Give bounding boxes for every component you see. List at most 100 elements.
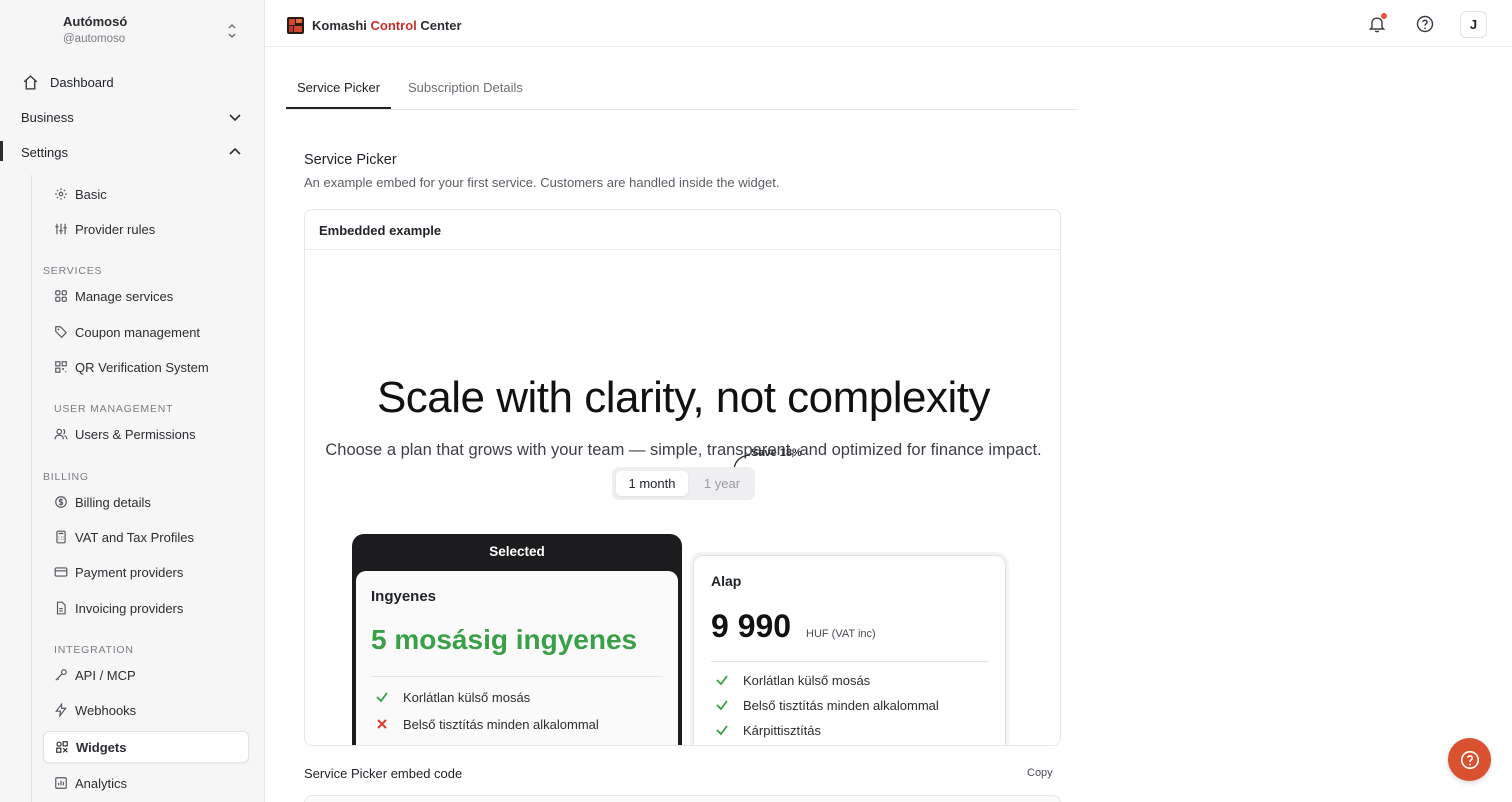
nav-provider-rules-label: Provider rules (75, 221, 156, 237)
feature-item: Belső tisztítás minden alkalommal (374, 716, 599, 732)
brand[interactable]: Komashi Control Center (287, 17, 462, 34)
selected-label: Selected (489, 544, 545, 559)
card-title: Embedded example (305, 210, 1060, 250)
divider (711, 661, 988, 662)
brand-name-b: Control (370, 18, 417, 33)
help-icon[interactable] (1415, 14, 1435, 34)
feature-item: Korlátlan külső mosás (374, 689, 530, 705)
feature-text: Korlátlan külső mosás (403, 689, 531, 705)
plan-card-selected[interactable]: Selected Ingyenes 5 mosásig ingyenes Kor… (352, 534, 682, 745)
plan-basic-name: Alap (711, 573, 742, 589)
brand-name-c: Center (420, 18, 462, 33)
nav-qr-verification-label: QR Verification System (75, 359, 209, 375)
chevron-up-icon (229, 147, 241, 155)
check-icon (716, 725, 728, 736)
top-bar: Komashi Control Center J (265, 0, 1512, 47)
section-title: Service Picker (304, 152, 397, 168)
chevron-down-icon (229, 114, 241, 122)
plan-basic-price: 9 990 (711, 608, 792, 644)
users-icon (54, 428, 68, 440)
plan-card-basic[interactable]: Alap 9 990 HUF (VAT inc) Korlátlan külső… (693, 555, 1006, 745)
widgets-icon (56, 741, 68, 753)
sliders-icon (55, 223, 67, 235)
calculator-icon (56, 530, 66, 544)
nav-users-permissions[interactable]: Users & Permissions (43, 418, 249, 450)
nav-payment-providers[interactable]: Payment providers (43, 556, 249, 588)
komashi-logo (287, 17, 304, 34)
section-description: An example embed for your first service.… (304, 175, 780, 190)
gear-icon (55, 188, 67, 200)
org-switcher[interactable]: Autómosó @automoso (63, 14, 127, 45)
hero-heading: Scale with clarity, not complexity (376, 373, 991, 422)
plan-free-headline: 5 mosásig ingyenes (371, 624, 638, 655)
nav-tree-line (31, 175, 32, 802)
user-avatar[interactable]: J (1460, 11, 1487, 38)
nav-billing-details-label: Billing details (75, 494, 151, 510)
active-tab-underline (286, 107, 391, 109)
group-services: SERVICES (43, 265, 103, 277)
nav-dashboard[interactable]: Dashboard (0, 67, 265, 97)
group-billing: BILLING (43, 471, 89, 483)
chart-icon (55, 777, 67, 789)
divider (371, 676, 663, 677)
tab-bar: Service Picker Subscription Details (286, 70, 1078, 110)
brand-name-a: Komashi (312, 18, 367, 33)
feature-text: Belső tisztítás minden alkalommal (403, 716, 599, 732)
tab-subscription-details[interactable]: Subscription Details (408, 80, 523, 95)
home-icon (23, 74, 38, 90)
chevron-up-down-icon[interactable] (226, 22, 238, 40)
tag-icon (55, 326, 68, 339)
nav-manage-services-label: Manage services (75, 288, 174, 304)
nav-settings[interactable]: Settings (0, 137, 265, 167)
embedded-example-card: Embedded example Scale with clarity, not… (304, 209, 1061, 746)
nav-manage-services[interactable]: Manage services (43, 280, 249, 312)
nav-widgets-label: Widgets (76, 739, 127, 755)
nav-business[interactable]: Business (0, 102, 265, 132)
embed-code-box[interactable] (304, 795, 1061, 802)
check-icon (716, 675, 728, 686)
nav-analytics-label: Analytics (75, 775, 128, 791)
nav-widgets[interactable]: Widgets (43, 731, 249, 763)
nav-api-mcp[interactable]: API / MCP (43, 659, 249, 691)
nav-basic-label: Basic (75, 186, 107, 202)
org-handle: @automoso (63, 33, 126, 45)
group-user-management: USER MANAGEMENT (54, 403, 174, 415)
copy-button[interactable]: Copy (1027, 767, 1053, 779)
nav-invoicing-providers-label: Invoicing providers (75, 600, 184, 616)
tab-service-picker[interactable]: Service Picker (297, 80, 380, 95)
nav-basic[interactable]: Basic (43, 178, 249, 210)
help-circle-icon (1460, 750, 1479, 769)
feature-text: Kárpittisztítás (743, 722, 822, 738)
feature-item: Belső tisztítás minden alkalommal (714, 697, 939, 713)
nav-payment-providers-label: Payment providers (75, 564, 184, 580)
nav-qr-verification[interactable]: QR Verification System (43, 351, 249, 383)
x-icon (377, 719, 387, 729)
check-icon (376, 692, 388, 703)
lightning-icon (55, 703, 67, 717)
nav-provider-rules[interactable]: Provider rules (43, 213, 249, 245)
hero-subheading: Choose a plan that grows with your team … (325, 441, 1042, 459)
nav-billing-details[interactable]: Billing details (43, 486, 249, 518)
nav-vat-tax[interactable]: VAT and Tax Profiles (43, 521, 249, 553)
key-icon (55, 669, 67, 681)
toggle-year[interactable]: 1 year (692, 471, 752, 496)
billing-period-toggle: 1 month 1 year (612, 467, 755, 500)
nav-settings-label: Settings (21, 144, 68, 160)
nav-vat-tax-label: VAT and Tax Profiles (75, 529, 194, 545)
save-badge: Save 18% (751, 447, 802, 459)
nav-invoicing-providers[interactable]: Invoicing providers (43, 592, 249, 624)
toggle-month[interactable]: 1 month (616, 471, 688, 496)
help-fab[interactable] (1448, 738, 1491, 781)
nav-api-mcp-label: API / MCP (75, 667, 136, 683)
nav-dashboard-label: Dashboard (50, 74, 114, 90)
nav-users-permissions-label: Users & Permissions (75, 426, 196, 442)
feature-text: Korlátlan külső mosás (743, 672, 871, 688)
nav-coupon-management[interactable]: Coupon management (43, 316, 249, 348)
grid-icon (55, 290, 67, 302)
org-name: Autómosó (63, 14, 128, 29)
credit-card-icon (54, 567, 68, 577)
nav-webhooks[interactable]: Webhooks (43, 694, 249, 726)
plan-free: Ingyenes 5 mosásig ingyenes Korlátlan kü… (356, 571, 678, 745)
check-icon (716, 700, 728, 711)
nav-analytics[interactable]: Analytics (43, 767, 249, 799)
